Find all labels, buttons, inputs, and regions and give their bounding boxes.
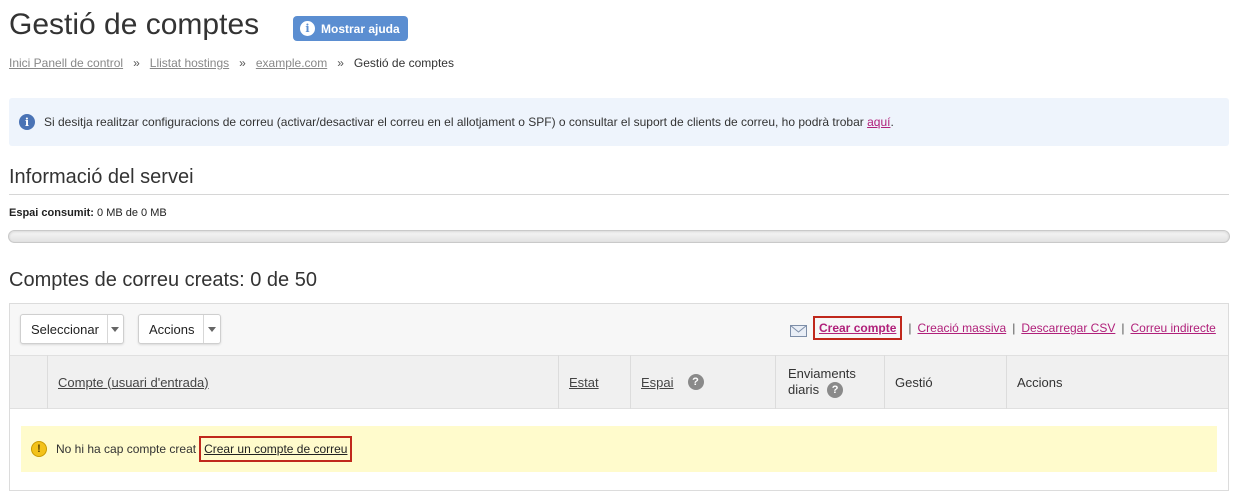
create-mail-account-link[interactable]: Crear un compte de correu: [204, 442, 347, 456]
column-header-account: Compte (usuari d'entrada): [58, 355, 209, 409]
space-usage-progress-bar: [8, 230, 1230, 243]
link-separator: |: [1012, 321, 1016, 335]
column-divider: [1006, 355, 1007, 409]
notice-text: Si desitja realitzar configuracions de c…: [44, 115, 894, 129]
select-dropdown-label: Seleccionar: [31, 321, 99, 337]
link-separator: |: [1121, 321, 1125, 335]
mail-config-notice: i Si desitja realitzar configuracions de…: [9, 98, 1229, 146]
sort-by-status-link[interactable]: Estat: [569, 375, 599, 390]
column-header-management: Gestió: [895, 374, 933, 390]
notice-link-here[interactable]: aquí: [867, 115, 890, 129]
space-used: Espai consumit: 0 MB de 0 MB: [9, 207, 167, 219]
link-separator: |: [908, 321, 912, 335]
select-dropdown-button[interactable]: Seleccionar: [20, 314, 124, 344]
create-account-highlight: Crear compte: [813, 316, 903, 340]
bulk-create-link[interactable]: Creació massiva: [918, 321, 1007, 335]
create-mail-account-highlight: Crear un compte de correu: [199, 436, 353, 462]
breadcrumb-link-domain[interactable]: example.com: [256, 56, 327, 70]
column-divider: [47, 355, 48, 409]
breadcrumb: Inici Panell de control » Llistat hostin…: [9, 56, 454, 70]
chevron-down-icon[interactable]: [106, 315, 123, 343]
show-help-button[interactable]: i Mostrar ajuda: [293, 16, 408, 41]
breadcrumb-separator: »: [337, 56, 344, 70]
indirect-mail-link[interactable]: Correu indirecte: [1130, 321, 1215, 335]
breadcrumb-current: Gestió de comptes: [353, 56, 454, 70]
download-csv-link[interactable]: Descarregar CSV: [1021, 321, 1115, 335]
section-divider: [9, 194, 1229, 195]
accounts-title: Comptes de correu creats: 0 de 50: [9, 269, 317, 291]
sort-by-account-link[interactable]: Compte (usuari d'entrada): [58, 375, 209, 390]
question-icon[interactable]: ?: [827, 382, 844, 398]
breadcrumb-separator: »: [133, 56, 140, 70]
warning-icon: !: [31, 441, 47, 457]
envelope-icon: [790, 325, 807, 337]
account-actions-links: Crear compte | Creació massiva | Descarr…: [790, 316, 1216, 340]
space-used-label: Espai consumit:: [9, 207, 94, 219]
breadcrumb-link-control-panel[interactable]: Inici Panell de control: [9, 56, 123, 70]
info-icon: i: [300, 21, 315, 36]
space-used-value: 0 MB de 0 MB: [97, 207, 167, 219]
info-icon: i: [19, 114, 35, 130]
column-divider: [775, 355, 776, 409]
no-accounts-warning: ! No hi ha cap compte creat Crear un com…: [21, 426, 1217, 472]
column-header-actions: Accions: [1017, 374, 1063, 390]
column-header-status: Estat: [569, 355, 599, 409]
column-header-daily-sends: Enviaments diaris ?: [788, 366, 856, 398]
sort-by-space-link[interactable]: Espai: [641, 375, 674, 390]
breadcrumb-separator: »: [239, 56, 246, 70]
create-account-link[interactable]: Crear compte: [819, 321, 896, 335]
show-help-label: Mostrar ajuda: [321, 21, 400, 36]
no-accounts-text: No hi ha cap compte creat: [56, 442, 197, 456]
column-divider: [558, 355, 559, 409]
actions-dropdown-label: Accions: [149, 321, 195, 337]
column-divider: [884, 355, 885, 409]
page-title: Gestió de comptes: [9, 8, 260, 41]
column-header-space: Espai ?: [641, 355, 704, 409]
service-info-title: Informació del servei: [9, 166, 194, 188]
breadcrumb-link-hostings[interactable]: Llistat hostings: [150, 56, 229, 70]
question-icon[interactable]: ?: [687, 374, 704, 390]
chevron-down-icon[interactable]: [202, 315, 220, 343]
actions-dropdown-button[interactable]: Accions: [138, 314, 221, 344]
column-divider: [630, 355, 631, 409]
